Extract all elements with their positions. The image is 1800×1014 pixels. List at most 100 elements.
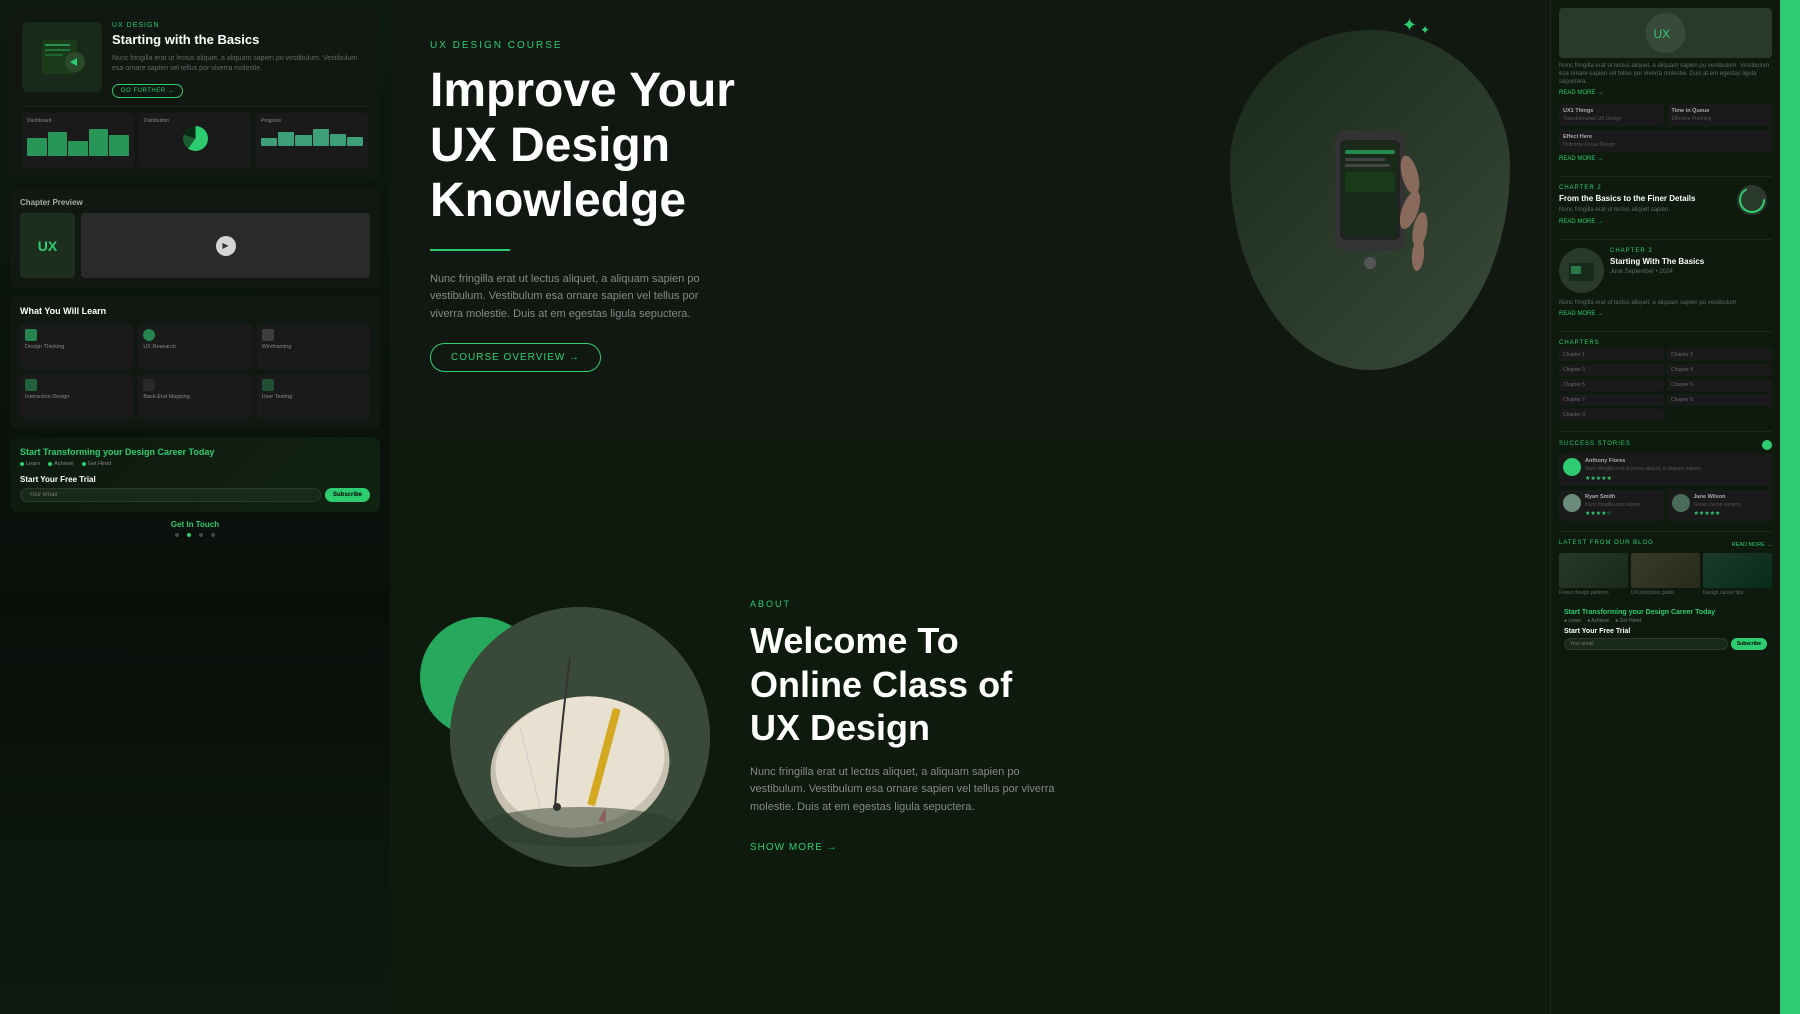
chapter-item-6[interactable]: Chapter 6 xyxy=(1667,379,1772,391)
blog-image-2 xyxy=(1631,553,1700,588)
basics-title: From the Basics to the Finer Details xyxy=(1559,194,1731,204)
read-more-link-3[interactable]: READ MORE → xyxy=(1559,219,1772,225)
arrow-icon-1: → xyxy=(1597,90,1603,96)
wyl-text-4: Interaction Design xyxy=(25,394,128,401)
about-title-line3: UX Design xyxy=(750,707,930,748)
hero-title-line3: Knowledge xyxy=(430,174,686,227)
show-more-button[interactable]: SHOW MORE → xyxy=(750,842,838,853)
blog-label: Latest From Our blog xyxy=(1559,540,1654,546)
hero-description: Nunc fringilla erat ut lectus aliquet, a… xyxy=(112,54,368,74)
success-accent xyxy=(1762,440,1772,450)
blog-post-1[interactable]: Forest design patterns xyxy=(1559,553,1628,596)
progress-indicator xyxy=(1737,185,1767,215)
about-section: ABOUT Welcome To Online Class of UX Desi… xyxy=(390,440,1550,1014)
hero-underline xyxy=(430,249,510,251)
ux-text: UX xyxy=(38,238,57,254)
arrow-icon-2: → xyxy=(1597,156,1603,162)
chapter-video-preview[interactable]: ▶ xyxy=(81,213,370,278)
chapter-item-5[interactable]: Chapter 5 xyxy=(1559,379,1664,391)
basics-label: Chapter 2 xyxy=(1559,185,1731,191)
testimonial-text-3: Great course content. xyxy=(1694,502,1742,509)
topic-desc-2: Effective Planning xyxy=(1672,116,1769,122)
stars-1: ★★★★★ xyxy=(1585,475,1702,482)
decorative-stars: ✦ ✦ xyxy=(1402,15,1430,37)
blog-post-3[interactable]: Design career tips xyxy=(1703,553,1772,596)
star-icon-1: ✦ xyxy=(1402,15,1417,37)
center-panel: ✦ ✦ UX DESIGN COURSE Improve Your UX Des… xyxy=(390,0,1550,1014)
testimonial-name-2: Ryan Smith xyxy=(1585,494,1641,500)
about-content: ABOUT Welcome To Online Class of UX Desi… xyxy=(750,599,1510,854)
stats-label-1: Dashboard xyxy=(27,118,129,124)
blog-text-1: Forest design patterns xyxy=(1559,590,1628,596)
topic-title-3: Effect Here xyxy=(1563,134,1768,140)
testimonials-row: Ryan Smith Nunc fringilla erat sapien. ★… xyxy=(1559,490,1772,526)
free-trial-label: Start Your Free Trial xyxy=(20,475,370,484)
chapter-item-7[interactable]: Chapter 7 xyxy=(1559,394,1664,406)
starting-title: Starting With The Basics xyxy=(1610,257,1772,267)
hero-description: Nunc fringilla erat ut lectus aliquet, a… xyxy=(430,271,710,324)
screen-icon xyxy=(25,379,37,391)
right-subscribe-button[interactable]: Subscribe xyxy=(1731,638,1767,650)
right-panel: UX Nunc fringilla erat ut lectus aliquet… xyxy=(1550,0,1780,1014)
email-row: Subscribe xyxy=(20,488,370,502)
testimonial-1: Anthony Flores Nunc fringilla erat ut le… xyxy=(1559,454,1772,486)
blog-section: Latest From Our blog READ MORE → Forest … xyxy=(1559,540,1772,596)
nav-dot-3[interactable] xyxy=(199,533,203,537)
blog-text-3: Design career tips xyxy=(1703,590,1772,596)
circle-decoration xyxy=(430,587,710,867)
arrow-icon-3: → xyxy=(1597,219,1603,225)
hero-thumbnail xyxy=(22,22,102,92)
chapter-item-8[interactable]: Chapter 8 xyxy=(1667,394,1772,406)
nav-dot-4[interactable] xyxy=(211,533,215,537)
testimonial-3: Jane Wilson Great course content. ★★★★★ xyxy=(1668,490,1773,522)
read-more-link-4[interactable]: READ MORE → xyxy=(1559,311,1772,317)
starting-date: June September • 2024 xyxy=(1610,269,1772,277)
right-cta-item-1: ● Learn xyxy=(1564,618,1581,624)
chapters-grid: Chapter 1 Chapter 2 Chapter 3 Chapter 4 … xyxy=(1559,349,1772,421)
about-description: Nunc fringilla erat ut lectus aliquet, a… xyxy=(750,764,1070,817)
read-more-link-1[interactable]: READ MORE → xyxy=(1559,90,1772,96)
chapter-item-1[interactable]: Chapter 1 xyxy=(1559,349,1664,361)
chapter-item-4[interactable]: Chapter 4 xyxy=(1667,364,1772,376)
read-more-link-2[interactable]: READ MORE → xyxy=(1559,156,1772,162)
right-email-input[interactable] xyxy=(1564,638,1728,650)
hero-cta-button[interactable]: GO FURTHER → xyxy=(112,84,183,98)
course-overview-button[interactable]: COURSE OVERVIEW → xyxy=(430,343,601,372)
bottom-navigation xyxy=(10,533,380,537)
blog-post-2[interactable]: UX principles guide xyxy=(1631,553,1700,596)
hero-title-line2: UX Design xyxy=(430,119,670,172)
right-cta-item-2: ● Achieve xyxy=(1587,618,1609,624)
nav-dot-2[interactable] xyxy=(187,533,191,537)
stats-grid: Dashboard Distribution Progress xyxy=(22,113,368,168)
chapter-item-3[interactable]: Chapter 3 xyxy=(1559,364,1664,376)
chapter-item-2[interactable]: Chapter 2 xyxy=(1667,349,1772,361)
wyl-text-1: Design Thinking xyxy=(25,344,128,351)
avatar-1 xyxy=(1563,458,1581,476)
cta-item-3: Get Hired xyxy=(82,461,112,467)
play-button[interactable]: ▶ xyxy=(216,236,236,256)
star-icon-2: ✦ xyxy=(1420,23,1430,37)
green-accent-bar xyxy=(1780,0,1800,1014)
wyl-item-1: Design Thinking xyxy=(20,324,133,369)
subscribe-button[interactable]: Subscribe xyxy=(325,488,370,502)
chapter-preview-label: Chapter Preview xyxy=(20,198,370,207)
blog-image-3 xyxy=(1703,553,1772,588)
chapter-images: UX ▶ xyxy=(20,213,370,278)
email-input[interactable] xyxy=(20,488,321,502)
hero-title-line1: Improve Your xyxy=(430,64,735,117)
right-free-trial-label: Start Your Free Trial xyxy=(1564,628,1767,635)
topic-card-3: Effect Here Outcome Focus Design xyxy=(1559,130,1772,152)
testimonial-text-1: Nunc fringilla erat ut lectus aliquet, a… xyxy=(1585,466,1702,473)
chapter-item-9[interactable]: Chapter 9 xyxy=(1559,409,1664,421)
nav-dot-1[interactable] xyxy=(175,533,179,537)
read-more-text-4: READ MORE xyxy=(1559,311,1595,317)
starting-label: Chapter 3 xyxy=(1610,248,1772,254)
wyl-text-3: Wireframing xyxy=(262,344,365,351)
wyl-item-6: User Testing xyxy=(257,374,370,419)
about-title: Welcome To Online Class of UX Design xyxy=(750,619,1510,749)
avatar-2 xyxy=(1563,494,1581,512)
blog-see-more[interactable]: READ MORE → xyxy=(1732,542,1772,548)
avatar-3 xyxy=(1672,494,1690,512)
cta-item-2: Achieve xyxy=(48,461,74,467)
about-title-line2: Online Class of xyxy=(750,664,1012,705)
